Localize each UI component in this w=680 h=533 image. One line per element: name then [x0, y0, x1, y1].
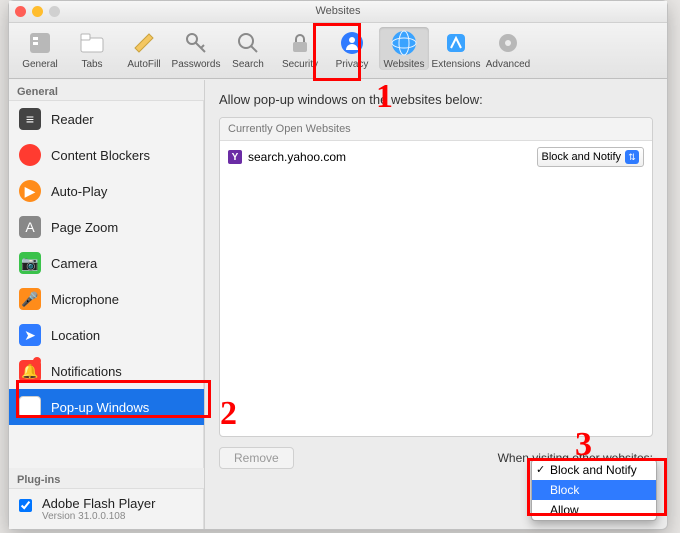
close-icon[interactable]: [15, 6, 26, 17]
window-controls: [15, 6, 60, 17]
annotation-number-1: 1: [376, 78, 393, 116]
sidebar-item-label: Pop-up Windows: [51, 400, 149, 415]
tab-extensions[interactable]: Extensions: [431, 27, 481, 70]
table-row[interactable]: Y search.yahoo.com Block and Notify ⇅: [220, 141, 652, 173]
favicon: Y: [228, 150, 242, 164]
tab-search-label: Search: [232, 59, 264, 70]
remove-button[interactable]: Remove: [219, 447, 294, 469]
tab-privacy[interactable]: Privacy: [327, 27, 377, 70]
default-policy-dropdown[interactable]: ✓ Block and Notify Block Allow: [531, 459, 657, 521]
sidebar-section-plugins: Plug-ins: [9, 468, 204, 489]
notification-badge: [33, 357, 41, 365]
general-icon: [26, 29, 54, 57]
tab-general-label: General: [22, 59, 58, 70]
zoom-page-icon: A: [19, 216, 41, 238]
tab-tabs-label: Tabs: [81, 59, 102, 70]
dropdown-option-label: Allow: [550, 503, 579, 517]
table-header: Currently Open Websites: [220, 118, 652, 141]
sidebar-item-label: Camera: [51, 256, 97, 271]
dropdown-option-allow[interactable]: Allow: [532, 500, 656, 520]
extensions-icon: [442, 29, 470, 57]
sidebar-item-label: Reader: [51, 112, 94, 127]
tab-passwords[interactable]: Passwords: [171, 27, 221, 70]
sidebar-item-label: Page Zoom: [51, 220, 118, 235]
camera-icon: 📷: [19, 252, 41, 274]
tab-websites[interactable]: Websites: [379, 27, 429, 70]
gear-icon: [494, 29, 522, 57]
sidebar-item-label: Location: [51, 328, 100, 343]
main-header: Allow pop-up windows on the websites bel…: [219, 92, 653, 107]
sidebar-item-reader[interactable]: ≡ Reader: [9, 101, 204, 137]
tab-security-label: Security: [282, 59, 318, 70]
window-title: Websites: [9, 6, 667, 17]
tab-security[interactable]: Security: [275, 27, 325, 70]
tab-search[interactable]: Search: [223, 27, 273, 70]
sidebar-item-label: Microphone: [51, 292, 119, 307]
sidebar-item-flash-plugin[interactable]: Adobe Flash Player Version 31.0.0.108: [9, 489, 204, 529]
privacy-icon: [338, 29, 366, 57]
tab-general[interactable]: General: [15, 27, 65, 70]
play-icon: ▶: [19, 180, 41, 202]
sidebar-item-label: Content Blockers: [51, 148, 150, 163]
plugin-version: Version 31.0.0.108: [42, 511, 155, 522]
sidebar-section-general: General: [9, 80, 204, 101]
sidebar-item-location[interactable]: ➤ Location: [9, 317, 204, 353]
websites-table: Currently Open Websites Y search.yahoo.c…: [219, 117, 653, 437]
search-icon: [234, 29, 262, 57]
globe-icon: [390, 29, 418, 57]
sidebar: General ≡ Reader Content Blockers ▶ Auto…: [9, 80, 205, 529]
chevron-updown-icon: ⇅: [625, 150, 639, 164]
reader-icon: ≡: [19, 108, 41, 130]
tab-advanced[interactable]: Advanced: [483, 27, 533, 70]
sidebar-item-auto-play[interactable]: ▶ Auto-Play: [9, 173, 204, 209]
sidebar-item-content-blockers[interactable]: Content Blockers: [9, 137, 204, 173]
lock-icon: [286, 29, 314, 57]
site-domain: search.yahoo.com: [248, 150, 346, 164]
dropdown-option-label: Block: [550, 483, 579, 497]
dropdown-option-block[interactable]: Block: [532, 480, 656, 500]
preferences-window: Websites General Tabs AutoFill Passwords…: [8, 0, 668, 530]
preferences-toolbar: General Tabs AutoFill Passwords Search S…: [9, 23, 667, 79]
tab-passwords-label: Passwords: [172, 59, 221, 70]
window-icon: [19, 396, 41, 418]
tab-autofill-label: AutoFill: [127, 59, 160, 70]
tab-tabs[interactable]: Tabs: [67, 27, 117, 70]
sidebar-item-label: Auto-Play: [51, 184, 107, 199]
dropdown-option-block-and-notify[interactable]: ✓ Block and Notify: [532, 460, 656, 480]
tab-extensions-label: Extensions: [432, 59, 481, 70]
dropdown-option-label: Block and Notify: [550, 463, 637, 477]
plugin-checkbox[interactable]: [19, 499, 32, 512]
tab-autofill[interactable]: AutoFill: [119, 27, 169, 70]
tabs-icon: [78, 29, 106, 57]
tab-privacy-label: Privacy: [336, 59, 369, 70]
sidebar-list: ≡ Reader Content Blockers ▶ Auto-Play A …: [9, 101, 204, 468]
minimize-icon[interactable]: [32, 6, 43, 17]
annotation-number-3: 3: [575, 426, 592, 464]
plugin-label: Adobe Flash Player: [42, 496, 155, 511]
microphone-icon: 🎤: [19, 288, 41, 310]
sidebar-item-popup-windows[interactable]: Pop-up Windows: [9, 389, 204, 425]
site-policy-label: Block and Notify: [542, 151, 621, 163]
tab-advanced-label: Advanced: [486, 59, 530, 70]
sidebar-item-label: Notifications: [51, 364, 122, 379]
location-icon: ➤: [19, 324, 41, 346]
sidebar-item-page-zoom[interactable]: A Page Zoom: [9, 209, 204, 245]
key-icon: [182, 29, 210, 57]
sidebar-item-camera[interactable]: 📷 Camera: [9, 245, 204, 281]
autofill-icon: [130, 29, 158, 57]
sidebar-item-notifications[interactable]: 🔔 Notifications: [9, 353, 204, 389]
stop-icon: [19, 144, 41, 166]
main-panel: Allow pop-up windows on the websites bel…: [205, 80, 667, 529]
zoom-icon[interactable]: [49, 6, 60, 17]
tab-websites-label: Websites: [384, 59, 425, 70]
titlebar: Websites: [9, 1, 667, 23]
annotation-number-2: 2: [220, 395, 237, 433]
site-policy-select[interactable]: Block and Notify ⇅: [537, 147, 644, 167]
sidebar-item-microphone[interactable]: 🎤 Microphone: [9, 281, 204, 317]
check-icon: ✓: [536, 463, 545, 476]
